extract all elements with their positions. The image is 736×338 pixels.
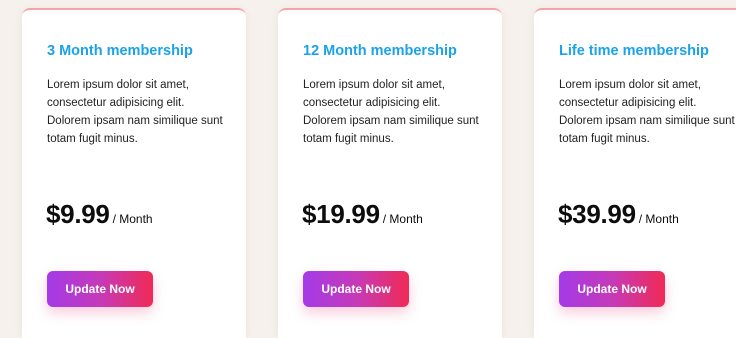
plan-title: 3 Month membership xyxy=(47,43,193,59)
pricing-row: 3 Month membership Lorem ipsum dolor sit… xyxy=(0,0,736,338)
plan-card-12-month: 12 Month membership Lorem ipsum dolor si… xyxy=(278,8,502,338)
plan-description: Lorem ipsum dolor sit amet, consectetur … xyxy=(47,79,223,145)
update-now-button[interactable]: Update Now xyxy=(559,271,665,307)
plan-price: $9.99/ Month xyxy=(46,199,153,230)
plan-card-lifetime: Life time membership Lorem ipsum dolor s… xyxy=(534,8,736,338)
price-amount: $19.99 xyxy=(302,199,380,229)
price-period: / Month xyxy=(382,212,423,226)
price-period: / Month xyxy=(638,212,679,226)
plan-price: $39.99/ Month xyxy=(558,199,679,230)
price-amount: $39.99 xyxy=(558,199,636,229)
update-now-button[interactable]: Update Now xyxy=(47,271,153,307)
plan-description: Lorem ipsum dolor sit amet, consectetur … xyxy=(559,79,735,145)
plan-title: 12 Month membership xyxy=(303,43,457,59)
plan-description: Lorem ipsum dolor sit amet, consectetur … xyxy=(303,79,479,145)
price-period: / Month xyxy=(112,212,153,226)
update-now-button[interactable]: Update Now xyxy=(303,271,409,307)
plan-price: $19.99/ Month xyxy=(302,199,423,230)
plan-card-3-month: 3 Month membership Lorem ipsum dolor sit… xyxy=(22,8,246,338)
plan-title: Life time membership xyxy=(559,43,709,59)
price-amount: $9.99 xyxy=(46,199,110,229)
